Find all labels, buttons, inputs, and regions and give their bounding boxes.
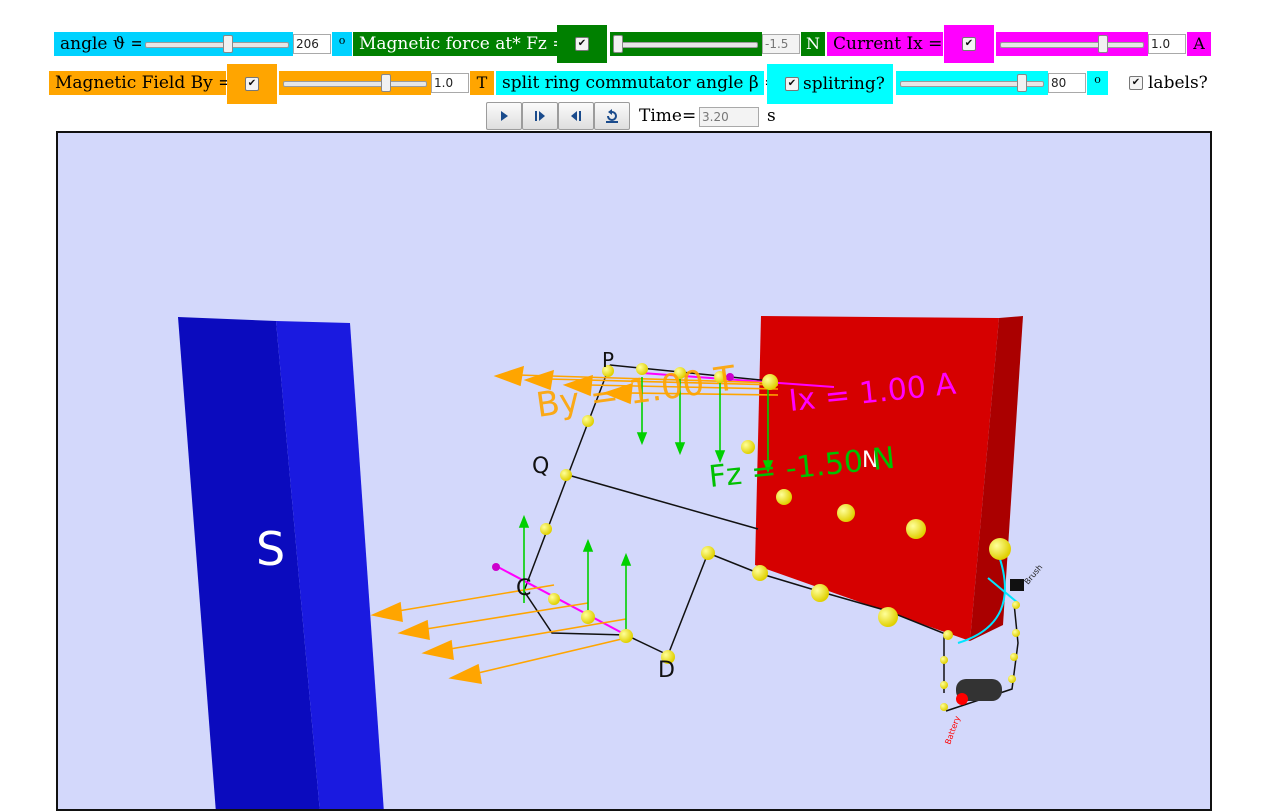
step-back-icon [571,111,581,121]
step-forward-button[interactable] [522,102,558,130]
field-label: Magnetic Field By = [49,71,232,95]
point-p-label: P [602,348,614,372]
angle-label: angle ϑ = [54,32,145,56]
current-checkbox[interactable]: ✔ [962,37,976,51]
play-icon [501,111,508,121]
field-unit: T [470,71,494,95]
current-slider-track [1000,42,1144,48]
force-checkbox[interactable]: ✔ [575,37,589,51]
point-d-label: D [658,658,675,683]
brush-label: Brush [1023,563,1045,586]
reset-icon [606,109,618,123]
point-c-label: C [516,576,531,601]
field-slider[interactable] [279,71,431,95]
south-magnet: S [178,317,384,809]
scene-svg: S N Brush Battery By = 1.00 T Ix = 1.00 … [178,316,1044,809]
split-ring-slider-thumb[interactable] [1017,74,1028,92]
force-slider-track [614,42,758,48]
simulation-canvas[interactable]: S N Brush Battery By = 1.00 T Ix = 1.00 … [56,131,1212,811]
labels-toggle[interactable]: ✔ labels? [1129,71,1214,95]
split-ring-checkbox-label: splitring? [803,74,885,94]
labels-checkbox[interactable]: ✔ [1129,76,1143,90]
force-label: Magnetic force at* Fz = [353,32,567,56]
angle-slider-thumb[interactable] [222,35,233,53]
time-input: 3.20 [699,107,759,127]
play-button[interactable] [486,102,522,130]
force-input: -1.5 [762,34,800,54]
battery-label: Battery [943,715,962,746]
field-checkbox-box: ✔ [227,64,277,104]
split-ring-label: split ring commutator angle β = [496,71,778,95]
current-slider[interactable] [996,32,1148,56]
time-unit: s [767,106,776,126]
split-ring-input[interactable]: 80 [1048,73,1086,93]
step-forward-icon [535,111,545,121]
point-q-label: Q [532,454,549,479]
current-checkbox-box: ✔ [944,25,994,63]
reset-button[interactable] [594,102,630,130]
field-slider-thumb[interactable] [381,74,392,92]
labels-checkbox-label: labels? [1148,73,1208,93]
current-endpoint-bottom [492,563,500,571]
force-slider[interactable] [610,32,762,56]
force-checkbox-box: ✔ [557,25,607,63]
split-ring-checkbox[interactable]: ✔ [785,77,799,91]
force-slider-thumb[interactable] [613,35,623,53]
angle-unit: o [332,32,352,56]
force-unit: N [801,32,825,56]
split-ring-unit-text: o [1094,73,1101,86]
angle-input[interactable]: 206 [293,34,331,54]
brush: Brush [1010,563,1044,591]
angle-slider[interactable] [141,32,293,56]
time-label: Time= [639,106,697,126]
current-label: Current Ix = [827,32,943,56]
south-pole-label: S [256,522,285,576]
by-label: By = 1.00 T [534,358,739,426]
angle-slider-track [145,42,289,48]
split-ring-unit: o [1087,71,1108,95]
split-ring-slider[interactable] [896,71,1048,95]
field-slider-track [283,81,427,87]
current-unit: A [1187,32,1211,56]
step-back-button[interactable] [558,102,594,130]
battery: Battery [943,679,1002,746]
field-input[interactable]: 1.0 [431,73,469,93]
current-input[interactable]: 1.0 [1148,34,1186,54]
angle-unit-text: o [338,34,346,47]
field-checkbox[interactable]: ✔ [245,77,259,91]
current-slider-thumb[interactable] [1098,35,1109,53]
split-ring-checkbox-box: ✔ splitring? [767,64,893,104]
